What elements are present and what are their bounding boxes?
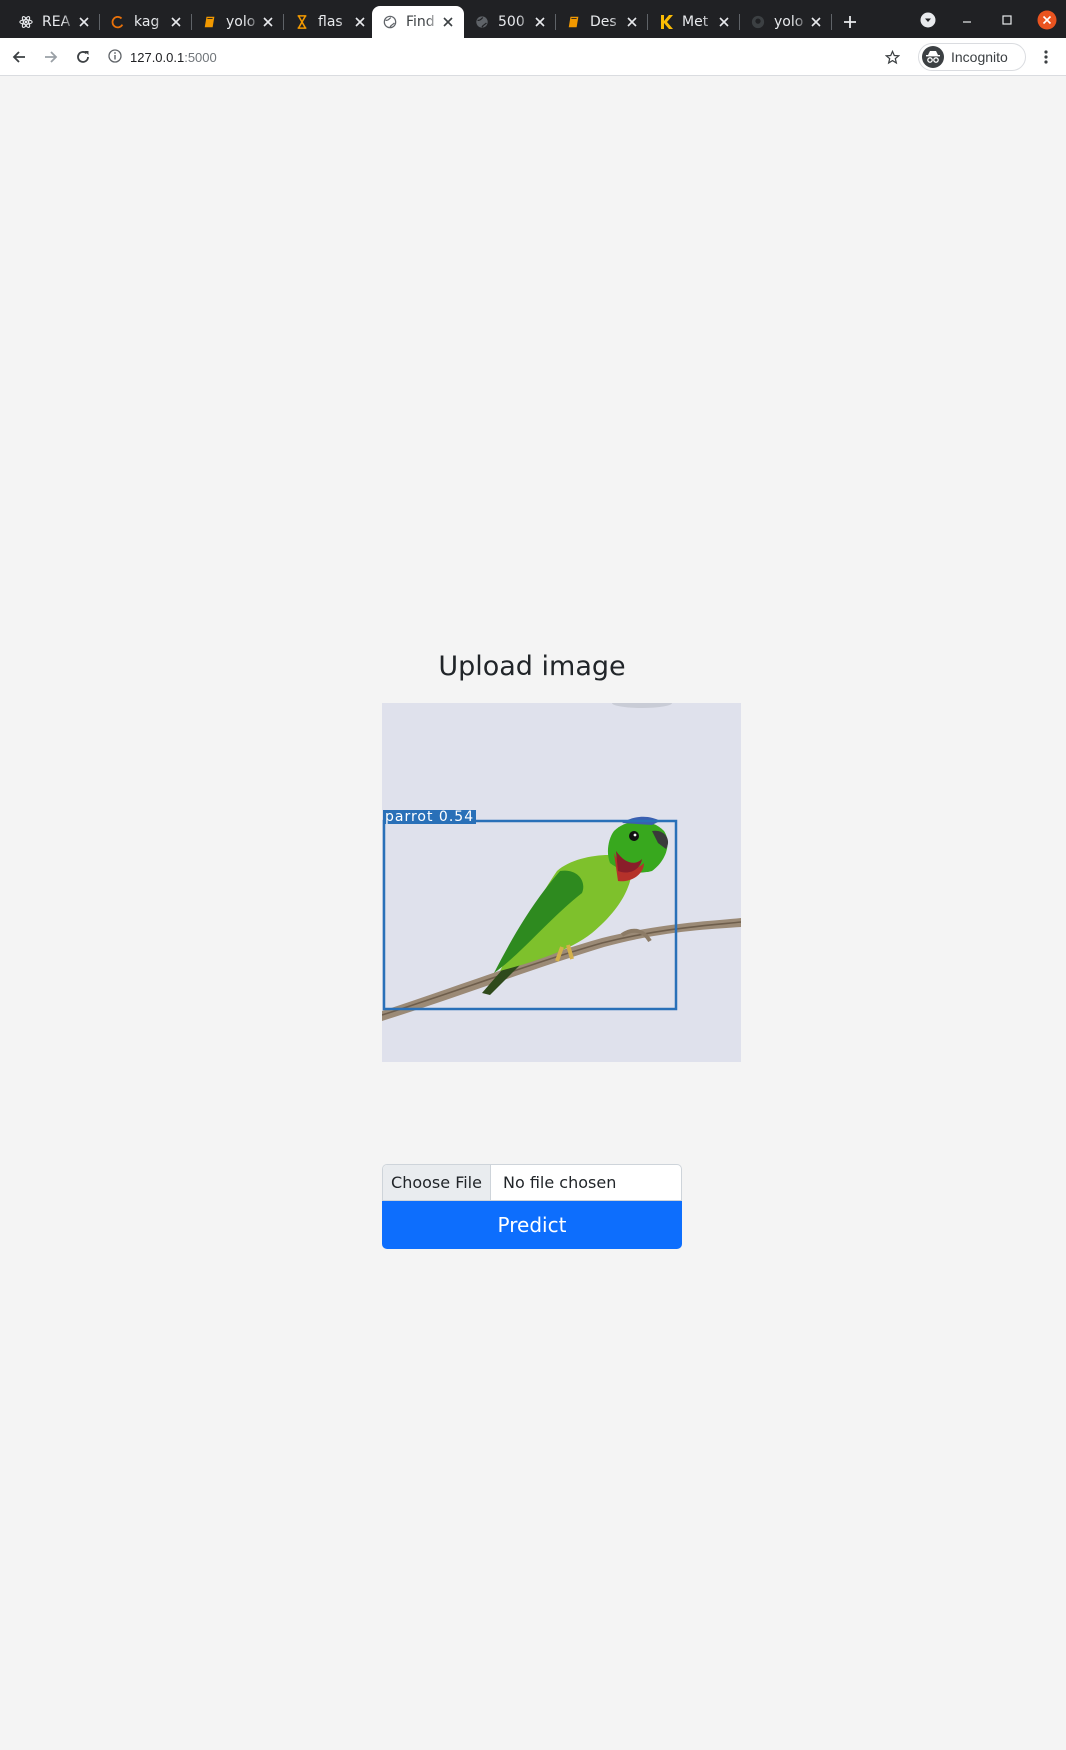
tab-1[interactable]: REA xyxy=(8,6,100,38)
close-icon[interactable] xyxy=(168,14,184,30)
reload-icon xyxy=(77,51,89,63)
incognito-icon xyxy=(922,46,944,68)
globe-icon xyxy=(382,14,398,30)
minimize-button[interactable] xyxy=(955,8,979,32)
browser-menu-button[interactable] xyxy=(1034,45,1058,69)
new-tab-button[interactable] xyxy=(838,10,862,34)
book-icon xyxy=(566,14,582,30)
tab-title: yolo xyxy=(774,14,804,30)
detection-label: parrot 0.54 xyxy=(383,809,477,825)
parrot-photo xyxy=(382,703,741,1062)
close-icon[interactable] xyxy=(352,14,368,30)
tab-strip: REA kag yolo flas Find 500 Des Met yolo xyxy=(0,0,1066,38)
close-icon[interactable] xyxy=(808,14,824,30)
react-icon xyxy=(18,14,34,30)
back-button[interactable] xyxy=(7,45,31,69)
bookmark-star-button[interactable] xyxy=(880,45,904,69)
close-icon xyxy=(1037,10,1057,30)
kebab-menu-icon xyxy=(1044,50,1048,64)
tab-title: Find xyxy=(406,14,435,30)
github-icon xyxy=(750,14,766,30)
reload-button[interactable] xyxy=(71,45,95,69)
tab-7[interactable]: Des xyxy=(556,6,648,38)
plus-icon xyxy=(844,16,856,28)
tab-5[interactable]: Find xyxy=(372,6,464,38)
globe-icon xyxy=(474,14,490,30)
book-icon xyxy=(202,14,218,30)
browser-toolbar: 127.0.0.1:5000 Incognito xyxy=(0,38,1066,76)
k-logo-icon xyxy=(658,14,674,30)
tab-2[interactable]: kag xyxy=(100,6,192,38)
tab-title: kag xyxy=(134,14,160,30)
tab-title: REA xyxy=(42,14,71,30)
url-text: 127.0.0.1:5000 xyxy=(130,49,217,65)
hourglass-icon xyxy=(294,14,310,30)
choose-file-button[interactable]: Choose File xyxy=(383,1165,491,1200)
info-icon[interactable] xyxy=(108,48,122,67)
maximize-button[interactable] xyxy=(995,8,1019,32)
file-status-text: No file chosen xyxy=(503,1173,617,1192)
tab-title: Met xyxy=(682,14,709,30)
close-icon[interactable] xyxy=(532,14,548,30)
address-bar[interactable]: 127.0.0.1:5000 xyxy=(108,43,916,71)
arrow-left-icon xyxy=(12,51,25,63)
incognito-profile-button[interactable]: Incognito xyxy=(918,43,1026,71)
tab-9[interactable]: yolo xyxy=(740,6,832,38)
close-icon[interactable] xyxy=(260,14,276,30)
close-icon[interactable] xyxy=(716,14,732,30)
maximize-icon xyxy=(1002,15,1012,25)
arrow-right-icon xyxy=(45,51,58,63)
tab-4[interactable]: flas xyxy=(284,6,376,38)
star-icon xyxy=(884,49,900,64)
tab-title: 500 xyxy=(498,14,525,30)
incognito-label: Incognito xyxy=(951,49,1008,65)
page-body: Upload image parrot 0.54 Choose File No … xyxy=(0,76,1066,1750)
close-icon[interactable] xyxy=(624,14,640,30)
minimize-icon xyxy=(963,21,971,23)
chevron-down-icon xyxy=(920,12,936,28)
forward-button[interactable] xyxy=(39,45,63,69)
close-icon[interactable] xyxy=(440,14,456,30)
tab-6[interactable]: 500 xyxy=(464,6,556,38)
tab-8[interactable]: Met xyxy=(648,6,740,38)
close-icon[interactable] xyxy=(76,14,92,30)
tab-3[interactable]: yolo xyxy=(192,6,284,38)
predict-button[interactable]: Predict xyxy=(382,1201,682,1249)
tab-title: yolo xyxy=(226,14,256,30)
tab-search-button[interactable] xyxy=(916,8,940,32)
page-title: Upload image xyxy=(438,651,626,682)
tab-title: Des xyxy=(590,14,617,30)
prediction-result-image: parrot 0.54 xyxy=(382,703,741,1062)
tab-title: flas xyxy=(318,14,343,30)
file-input[interactable]: Choose File No file chosen xyxy=(382,1164,682,1201)
close-window-button[interactable] xyxy=(1035,8,1059,32)
kaggle-icon xyxy=(110,14,126,30)
